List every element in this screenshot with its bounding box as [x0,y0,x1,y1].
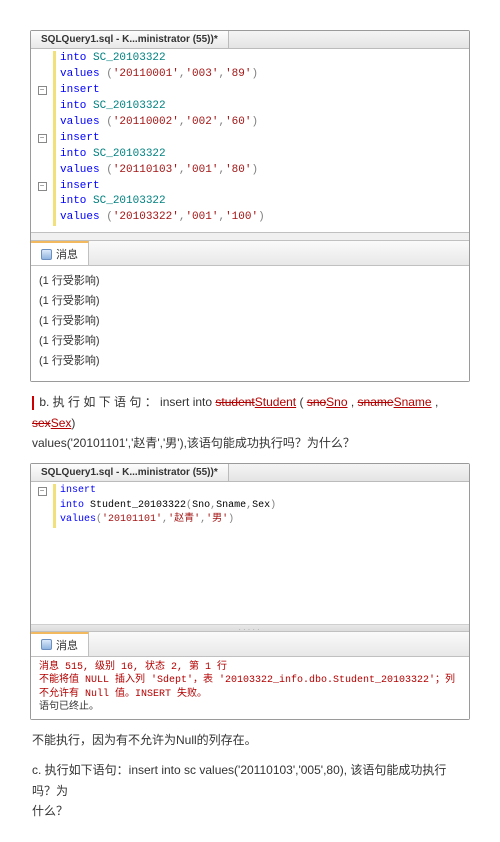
error-line: 消息 515, 级别 16, 状态 2, 第 1 行 [39,661,461,675]
code-line: −insert [31,83,469,99]
message-line: (1 行受影响) [39,332,461,352]
qb-line2: values('20101101','赵青','男'),该语句能成功执行吗？为什… [32,436,355,450]
tab-bar: SQLQuery1.sql - K...ministrator (55))* [31,464,469,482]
messages-label: 消息 [56,246,78,262]
code-text: values ('20110002','002','60') [53,115,258,131]
tab-bar: SQLQuery1.sql - K...ministrator (55))* [31,31,469,49]
document-page: SQLQuery1.sql - K...ministrator (55))* i… [0,0,500,842]
sql-editor-window-2: SQLQuery1.sql - K...ministrator (55))* −… [30,463,470,720]
question-c: c. 执行如下语句：insert into sc values('2011010… [32,760,470,821]
editor-tab[interactable]: SQLQuery1.sql - K...ministrator (55))* [31,31,229,48]
messages-tab[interactable]: 消息 [31,632,89,656]
code-line: values ('20110002','002','60') [31,115,469,131]
edit-caret-icon [32,396,34,410]
code-text: values ('20110103','001','80') [53,163,258,179]
sql-editor-window-1: SQLQuery1.sql - K...ministrator (55))* i… [30,30,470,382]
error-line: 不能将值 NULL 插入列 'Sdept'，表 '20103322_info.d… [39,674,461,701]
code-line: into SC_20103322 [31,99,469,115]
message-line: (1 行受影响) [39,292,461,312]
ins-Sname: Sname [394,395,432,409]
code-text: values ('20103322','001','100') [53,210,265,226]
message-line: (1 行受影响) [39,312,461,332]
editor-empty-area[interactable] [31,534,469,624]
qc-line1: c. 执行如下语句：insert into sc values('2011010… [32,763,446,797]
strike-student: student [215,395,254,409]
message-line: (1 行受影响) [39,352,461,372]
ins-Student: Student [255,395,296,409]
gutter: − [31,180,53,193]
messages-tab[interactable]: 消息 [31,241,89,265]
code-editor[interactable]: into SC_20103322values ('20110001','003'… [31,49,469,232]
qb-prefix: b. 执 行 如 下 语 句 ： insert into [39,395,215,409]
gutter: − [31,132,53,145]
code-text: into SC_20103322 [53,194,166,210]
code-text: insert [53,83,100,99]
code-line: values ('20103322','001','100') [31,210,469,226]
code-text: insert [53,131,100,147]
code-line: into Student_20103322(Sno,Sname,Sex) [31,499,469,514]
code-line: values ('20110001','003','89') [31,67,469,83]
code-line: into SC_20103322 [31,147,469,163]
splitter-grip[interactable]: ····· [31,624,469,631]
messages-icon [41,249,52,260]
messages-label: 消息 [56,637,78,653]
messages-icon [41,639,52,650]
fold-minus-icon[interactable]: − [38,487,47,496]
code-line: −insert [31,131,469,147]
results-tab-bar: 消息 [31,631,469,657]
code-editor[interactable]: −insertinto Student_20103322(Sno,Sname,S… [31,482,469,534]
answer-b: 不能执行，因为有不允许为Null的列存在。 [32,730,470,750]
ins-Sex: Sex [51,416,72,430]
strike-sno: sno [307,395,326,409]
code-line: into SC_20103322 [31,194,469,210]
results-tab-bar: 消息 [31,240,469,266]
fold-minus-icon[interactable]: − [38,86,47,95]
code-text: insert [53,484,96,499]
code-text: values('20101101','赵青','男') [53,513,234,528]
code-text: values ('20110001','003','89') [53,67,258,83]
fold-minus-icon[interactable]: − [38,182,47,191]
code-text: into Student_20103322(Sno,Sname,Sex) [53,499,276,514]
ins-Sno: Sno [326,395,347,409]
code-line: −insert [31,179,469,195]
strike-sname: sname [358,395,394,409]
code-line: values ('20110103','001','80') [31,163,469,179]
strike-sex: sex [32,416,51,430]
error-line: 语句已终止。 [39,701,461,715]
code-text: into SC_20103322 [53,147,166,163]
gutter: − [31,84,53,97]
messages-pane: 消息 515, 级别 16, 状态 2, 第 1 行 不能将值 NULL 插入列… [31,657,469,719]
editor-tab[interactable]: SQLQuery1.sql - K...ministrator (55))* [31,464,229,481]
gutter: − [31,485,53,498]
code-line: −insert [31,484,469,499]
code-text: into SC_20103322 [53,51,166,67]
qc-line2: 什么？ [32,804,68,818]
code-text: insert [53,179,100,195]
messages-pane: (1 行受影响)(1 行受影响)(1 行受影响)(1 行受影响)(1 行受影响) [31,266,469,381]
code-text: into SC_20103322 [53,99,166,115]
question-b: b. 执 行 如 下 语 句 ： insert into studentStud… [32,392,470,453]
fold-minus-icon[interactable]: − [38,134,47,143]
code-line: into SC_20103322 [31,51,469,67]
splitter[interactable] [31,232,469,240]
message-line: (1 行受影响) [39,272,461,292]
code-line: values('20101101','赵青','男') [31,513,469,528]
